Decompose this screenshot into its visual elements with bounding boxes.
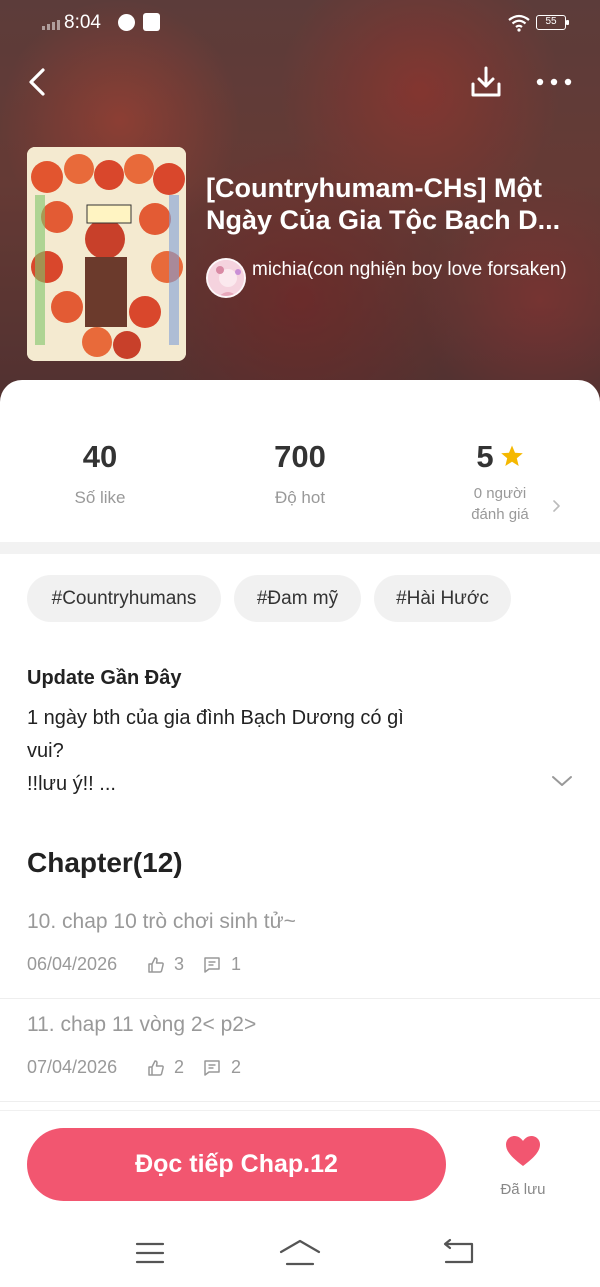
- chapter-name: 11. chap 11 vòng 2< p2>: [27, 1013, 257, 1036]
- story-header: 8:04 55 [Countryhumam-CHs] Một Ngày Của …: [0, 0, 600, 410]
- story-title-line-1: [Countryhumam-CHs] Một: [206, 173, 542, 203]
- stat-hot: 700 Độ hot: [200, 438, 400, 508]
- more-options-icon[interactable]: [532, 62, 576, 102]
- likes-label: Số like: [74, 488, 126, 507]
- author-name[interactable]: michia(con nghiện boy love forsaken): [252, 257, 572, 282]
- comment-icon: [204, 1060, 220, 1076]
- rating-label-line-2: đánh giá: [471, 506, 529, 523]
- chapter-likes: 3: [174, 954, 185, 974]
- chapter-heading: Chapter(12): [27, 847, 183, 878]
- chapter-date: 06/04/2026: [27, 954, 118, 974]
- menu-icon[interactable]: [134, 1240, 166, 1266]
- wifi-icon: [508, 14, 530, 32]
- stats-row: 40 Số like 700 Độ hot 5 0 người đánh giá: [0, 380, 600, 540]
- chevron-right-icon[interactable]: [550, 496, 564, 516]
- stat-likes: 40 Số like: [0, 438, 200, 508]
- update-description[interactable]: 1 ngày bth của gia đình Bạch Dương có gì…: [27, 702, 477, 801]
- status-bar: 8:04 55: [0, 0, 600, 46]
- heart-icon[interactable]: [505, 1135, 541, 1167]
- story-title-line-2: Ngày Của Gia Tộc Bạch D...: [206, 205, 561, 235]
- hot-value: 700: [274, 439, 326, 474]
- author-avatar[interactable]: [206, 258, 246, 298]
- thumbs-up-icon: [148, 1060, 164, 1076]
- rating-label-line-1: 0 người: [473, 485, 527, 502]
- chapter-date: 07/04/2026: [27, 1057, 118, 1077]
- battery-level: 55: [545, 16, 557, 27]
- rating-value: 5: [476, 439, 494, 474]
- battery-icon: 55: [536, 15, 569, 30]
- likes-value: 40: [82, 439, 118, 474]
- chevron-down-icon[interactable]: [550, 773, 574, 789]
- home-icon[interactable]: [278, 1238, 322, 1268]
- comment-icon: [204, 957, 220, 973]
- story-cover-image[interactable]: [27, 147, 186, 361]
- notification-icon: [143, 13, 160, 31]
- thumbs-up-icon: [148, 957, 164, 973]
- stat-rating[interactable]: 5 0 người đánh giá: [400, 438, 600, 524]
- chapter-name: 10. chap 10 trò chơi sinh tử~: [27, 910, 296, 933]
- bottom-action-bar: Đọc tiếp Chap.12 Đã lưu: [0, 1110, 600, 1220]
- chapter-comments: 2: [231, 1057, 242, 1077]
- update-line-1: 1 ngày bth của gia đình Bạch Dương có gì: [27, 707, 404, 729]
- star-icon: [500, 445, 523, 466]
- story-title: [Countryhumam-CHs] Một Ngày Của Gia Tộc …: [206, 172, 576, 236]
- update-line-3: !!lưu ý!! ...: [27, 773, 116, 795]
- chapter-row[interactable]: 10. chap 10 trò chơi sinh tử~ 06/04/2026…: [0, 896, 600, 999]
- chapter-row[interactable]: 11. chap 11 vòng 2< p2> 07/04/2026 2 2: [0, 999, 600, 1102]
- download-icon[interactable]: [466, 62, 506, 102]
- tag-countryhumans[interactable]: #Countryhumans: [27, 575, 221, 622]
- update-heading: Update Gần Đây: [27, 667, 182, 689]
- continue-reading-button[interactable]: Đọc tiếp Chap.12: [27, 1128, 446, 1201]
- signal-icon: [42, 18, 62, 30]
- back-icon[interactable]: [20, 62, 60, 102]
- saved-label: Đã lưu: [500, 1181, 546, 1198]
- chapter-likes: 2: [174, 1057, 185, 1077]
- return-icon[interactable]: [440, 1238, 476, 1266]
- globe-icon: [118, 14, 135, 31]
- tag-hai-huoc[interactable]: #Hài Hước: [374, 575, 511, 622]
- chapter-comments: 1: [231, 954, 242, 974]
- tag-dam-my[interactable]: #Đam mỹ: [234, 575, 361, 622]
- status-time: 8:04: [64, 12, 101, 33]
- rating-value-row: 5: [400, 438, 600, 476]
- system-nav-bar: [0, 1220, 600, 1287]
- update-line-2: vui?: [27, 740, 64, 762]
- section-divider: [0, 542, 600, 554]
- hot-label: Độ hot: [274, 488, 326, 507]
